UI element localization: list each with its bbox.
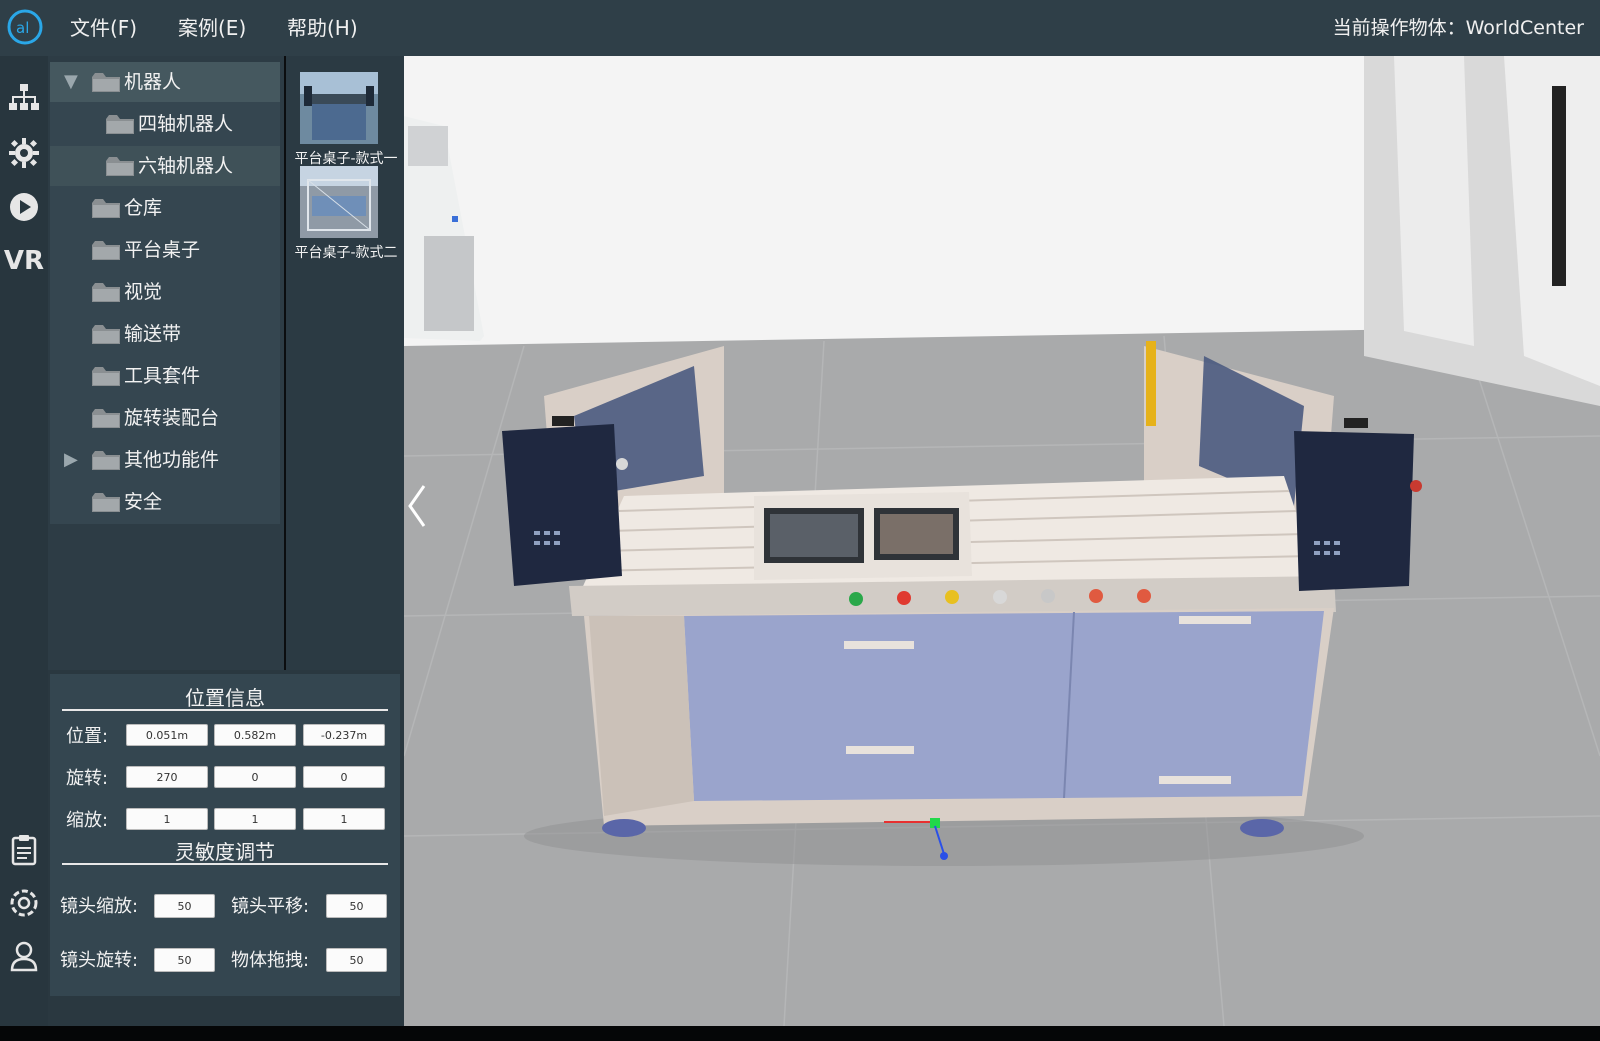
camera-rotate-label: 镜头旋转:	[60, 950, 139, 971]
top-menu-bar: al 文件(F) 案例(E) 帮助(H) 当前操作物体：WorldCenter	[0, 0, 1600, 56]
rotation-y-input[interactable]	[214, 766, 296, 788]
thumbnail-label-2: 平台桌子-款式二	[294, 245, 398, 261]
camera-pan-label: 镜头平移:	[231, 896, 310, 917]
gear-icon[interactable]	[4, 133, 44, 173]
folder-icon	[92, 199, 120, 218]
tree-item-label: 机器人	[124, 71, 182, 93]
expand-arrow-down-icon[interactable]: ▼	[64, 62, 84, 102]
folder-icon	[92, 241, 120, 260]
folder-icon	[92, 409, 120, 428]
tree-item[interactable]: 仓库	[50, 188, 280, 228]
tree-item-label: 旋转装配台	[124, 407, 220, 429]
camera-rotate-input[interactable]	[154, 948, 215, 972]
scale-x-input[interactable]	[126, 808, 208, 830]
tree-item[interactable]: 安全	[50, 482, 280, 522]
thumbnail-platform-table-1[interactable]	[300, 72, 378, 144]
tree-item-label: 平台桌子	[124, 239, 201, 261]
object-drag-input[interactable]	[326, 948, 387, 972]
position-label: 位置:	[66, 726, 109, 747]
current-object-status: 当前操作物体：WorldCenter	[1333, 0, 1584, 56]
thumbnail-panel: 平台桌子-款式一 平台桌子-款式二	[286, 56, 404, 670]
current-object-value: WorldCenter	[1465, 17, 1584, 39]
settings-ring-icon[interactable]	[4, 883, 44, 923]
teach-pendant-left	[502, 416, 628, 586]
play-icon[interactable]	[4, 187, 44, 227]
folder-icon	[92, 73, 120, 92]
scale-label: 缩放:	[66, 810, 109, 831]
tree-item[interactable]: 旋转装配台	[50, 398, 280, 438]
tree-item[interactable]: 六轴机器人	[50, 146, 280, 186]
camera-zoom-label: 镜头缩放:	[60, 896, 139, 917]
hierarchy-icon[interactable]	[4, 78, 44, 118]
folder-icon	[92, 283, 120, 302]
user-icon[interactable]	[4, 936, 44, 976]
vr-icon[interactable]: VR	[4, 241, 44, 281]
platform-table-2-image	[300, 166, 378, 238]
sensitivity-divider	[62, 863, 388, 865]
tree-item-label: 其他功能件	[124, 449, 220, 471]
tree-item-label: 四轴机器人	[138, 113, 234, 135]
3d-viewport[interactable]	[404, 56, 1600, 1026]
app-logo[interactable]: al	[6, 8, 44, 46]
folder-icon	[92, 367, 120, 386]
logo-text: al	[16, 19, 29, 37]
menu-help[interactable]: 帮助(H)	[287, 0, 358, 56]
object-info-panel: 位置信息 位置: 旋转: 缩放: 灵敏度调节 镜头缩放: 镜头平移: 镜头旋转:…	[48, 670, 404, 1026]
sensitivity-title: 灵敏度调节	[175, 840, 275, 864]
tree-item[interactable]: ▶ 其他功能件	[50, 440, 280, 480]
teach-pendant-right	[1294, 418, 1422, 591]
rotation-label: 旋转:	[66, 768, 109, 789]
position-y-input[interactable]	[214, 724, 296, 746]
tree-item-label: 安全	[124, 491, 163, 513]
tree-item[interactable]: ▼ 机器人	[50, 62, 280, 102]
object-info-inner: 位置信息 位置: 旋转: 缩放: 灵敏度调节 镜头缩放: 镜头平移: 镜头旋转:…	[50, 674, 400, 996]
folder-icon	[92, 325, 120, 344]
platform-table-1-image	[300, 72, 378, 144]
scale-z-input[interactable]	[303, 808, 385, 830]
menu-examples[interactable]: 案例(E)	[178, 0, 246, 56]
tree-item-label: 工具套件	[124, 365, 201, 387]
left-icon-rail: VR	[0, 56, 48, 1026]
bottom-bar	[0, 1026, 1600, 1041]
collapse-panel-chevron-icon[interactable]	[404, 466, 432, 546]
folder-icon	[92, 451, 120, 470]
tree-item[interactable]: 工具套件	[50, 356, 280, 396]
component-tree: ▼ 机器人四轴机器人六轴机器人仓库平台桌子视觉输送带工具套件旋转装配台 ▶ 其他功能件…	[50, 62, 280, 524]
component-tree-panel: ▼ 机器人四轴机器人六轴机器人仓库平台桌子视觉输送带工具套件旋转装配台 ▶ 其他功能件…	[48, 56, 284, 670]
app-window: al 文件(F) 案例(E) 帮助(H) 当前操作物体：WorldCenter …	[0, 0, 1600, 1026]
scale-y-input[interactable]	[214, 808, 296, 830]
position-x-input[interactable]	[126, 724, 208, 746]
clipboard-icon[interactable]	[4, 830, 44, 870]
tree-item[interactable]: 视觉	[50, 272, 280, 312]
expand-arrow-right-icon[interactable]: ▶	[64, 440, 84, 480]
position-info-divider	[62, 709, 388, 711]
tree-item-label: 仓库	[124, 197, 163, 219]
object-drag-label: 物体拖拽:	[231, 950, 310, 971]
folder-icon	[106, 157, 134, 176]
current-object-label: 当前操作物体：	[1332, 17, 1466, 39]
position-z-input[interactable]	[303, 724, 385, 746]
thumbnail-label-1: 平台桌子-款式一	[294, 151, 398, 167]
vr-label: VR	[3, 246, 45, 276]
tree-item-label: 六轴机器人	[138, 155, 234, 177]
folder-icon	[106, 115, 134, 134]
rotation-x-input[interactable]	[126, 766, 208, 788]
tree-item[interactable]: 平台桌子	[50, 230, 280, 270]
tree-item[interactable]: 四轴机器人	[50, 104, 280, 144]
camera-pan-input[interactable]	[326, 894, 387, 918]
position-info-title: 位置信息	[185, 686, 265, 710]
rotation-z-input[interactable]	[303, 766, 385, 788]
menu-file[interactable]: 文件(F)	[70, 0, 137, 56]
thumbnail-platform-table-2[interactable]	[300, 166, 378, 238]
tree-item[interactable]: 输送带	[50, 314, 280, 354]
folder-icon	[92, 493, 120, 512]
camera-zoom-input[interactable]	[154, 894, 215, 918]
tree-item-label: 输送带	[124, 323, 182, 345]
tree-item-label: 视觉	[124, 281, 163, 303]
3d-scene	[404, 56, 1600, 1026]
